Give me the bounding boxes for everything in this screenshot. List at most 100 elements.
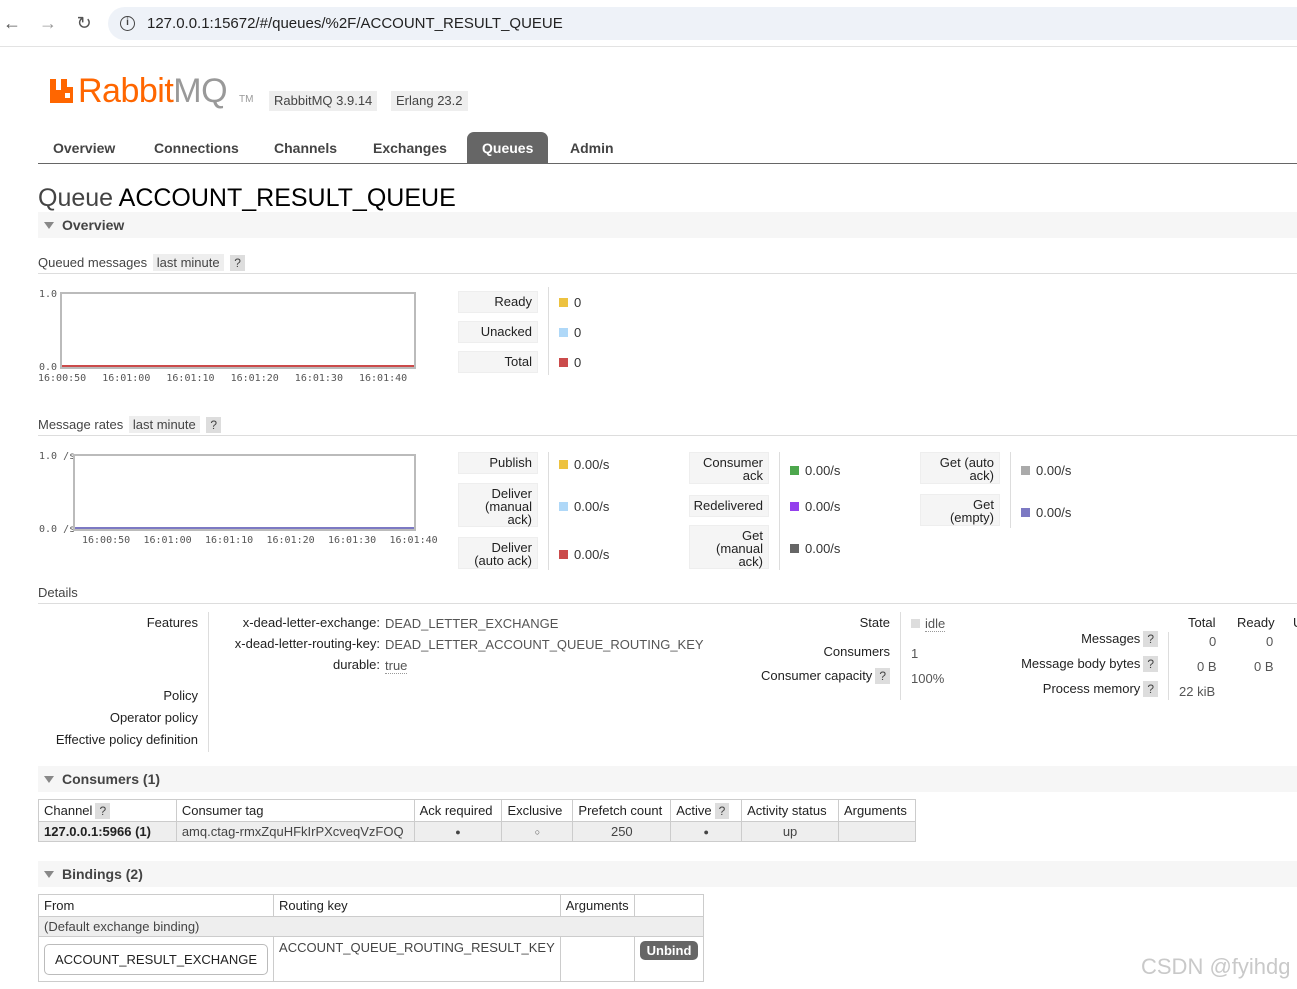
total-swatch [559,358,568,367]
queued-y-min: 0.0 [39,362,58,373]
tab-exchanges[interactable]: Exchanges [358,132,462,164]
feature-value-dlrk: DEAD_LETTER_ACCOUNT_QUEUE_ROUTING_KEY [385,637,704,652]
get-manual-swatch [790,544,799,553]
col-from: From [37,894,275,917]
consumer-arguments [837,821,917,842]
legend-get-auto-value: 0.00/s [1021,463,1071,478]
logo-wordmark: RabbitMQ [78,72,228,110]
consumer-tag: amq.ctag-rmxZquHFkIrPXcveqVzFOQ [175,821,415,842]
deliver-auto-swatch [559,550,568,559]
legend-get-empty-label: Get (empty) [920,494,1000,526]
deliver-manual-swatch [559,502,568,511]
legend-get-manual-label: Get (manual ack) [689,525,769,569]
queued-y-max: 1.0 [39,289,58,300]
tab-channels[interactable]: Channels [259,132,352,164]
channel-help-button[interactable]: ? [95,802,111,819]
consumer-channel-link[interactable]: 127.0.0.1:5966 (1) [38,821,177,842]
binding-arguments [559,936,635,982]
table-row: 127.0.0.1:5966 (1) amq.ctag-rmxZquHFkIrP… [38,821,917,842]
redelivered-swatch [790,502,799,511]
idle-status-icon [911,619,920,628]
reload-icon[interactable]: ↻ [73,12,95,34]
legend-consumer-ack-value: 0.00/s [790,463,840,478]
site-info-icon[interactable]: i [120,16,135,31]
effective-policy-label: Effective policy definition [55,732,198,747]
consumer-capacity-label: Consumer capacity? [761,668,890,684]
queued-range-selector[interactable]: last minute [152,254,224,271]
forward-arrow-icon[interactable]: → [37,12,59,34]
rates-x-tick: 16:01:20 [266,535,315,546]
state-value: idle [911,616,946,632]
tab-admin[interactable]: Admin [555,132,629,164]
queued-x-tick: 16:01:10 [166,373,215,384]
messages-ready: 0 [1266,634,1274,649]
legend-ready-value: 0 [559,295,581,310]
col-activity-status: Activity status [741,799,839,822]
rates-col2-separator [779,452,780,570]
rates-col1-separator [548,452,549,570]
feature-value-dlx: DEAD_LETTER_EXCHANGE [385,616,559,631]
queued-x-tick: 16:01:40 [359,373,408,384]
col-ack-required: Ack required [413,799,503,822]
col-actions [633,894,705,917]
watermark: CSDN @fyihdg [1141,954,1291,979]
process-memory-label: Process memory? [1043,681,1158,697]
consumers-section-toggle[interactable]: Consumers (1) [38,766,1297,792]
feature-key-dlrk: x-dead-letter-routing-key: [234,636,380,651]
capacity-help-button[interactable]: ? [875,668,890,684]
memory-help-button[interactable]: ? [1143,681,1158,697]
queued-series-line [62,365,414,367]
tab-overview[interactable]: Overview [38,132,130,164]
details-separator [208,612,209,752]
messages-total: 0 [1209,634,1217,649]
legend-total-value: 0 [559,355,581,370]
url-text[interactable]: 127.0.0.1:15672/#/queues/%2F/ACCOUNT_RES… [147,15,563,32]
back-arrow-icon[interactable]: ← [1,12,23,34]
legend-unacked-value: 0 [559,325,581,340]
queued-x-tick: 16:01:30 [294,373,343,384]
queued-help-button[interactable]: ? [230,255,245,271]
consumer-ack-swatch [790,466,799,475]
col-exclusive: Exclusive [501,799,574,822]
unbind-button[interactable]: Unbind [639,941,699,960]
rates-col3-separator [1010,452,1011,528]
binding-from-cell: ACCOUNT_RESULT_EXCHANGE [37,936,275,982]
active-help-button[interactable]: ? [714,802,730,819]
rates-range-selector[interactable]: last minute [128,416,200,433]
queued-legend-separator [548,287,549,375]
queue-name: ACCOUNT_RESULT_QUEUE [118,184,456,212]
state-separator [900,612,901,700]
totals-total-header: Total [1188,615,1216,630]
body-bytes-help-button[interactable]: ? [1143,656,1158,672]
queued-x-tick: 16:01:00 [102,373,151,384]
col-consumer-tag: Consumer tag [175,799,415,822]
messages-help-button[interactable]: ? [1143,631,1158,647]
rates-x-tick: 16:01:40 [389,535,438,546]
overview-section-toggle[interactable]: Overview [38,212,1297,238]
tab-connections[interactable]: Connections [139,132,254,164]
bindings-section-toggle[interactable]: Bindings (2) [38,861,1297,887]
address-bar[interactable]: i 127.0.0.1:15672/#/queues/%2F/ACCOUNT_R… [108,7,1297,40]
rates-series-line [75,527,414,529]
body-bytes-total: 0 B [1197,659,1217,674]
legend-total-label: Total [458,351,538,373]
bindings-table-header: From Routing key Arguments [37,894,705,917]
rates-help-button[interactable]: ? [206,417,222,433]
col-prefetch-count: Prefetch count [572,799,672,822]
default-exchange-binding: (Default exchange binding) [37,916,705,937]
legend-publish-value: 0.00/s [559,457,609,472]
feature-key-dlx: x-dead-letter-exchange: [242,615,380,630]
get-auto-swatch [1021,466,1030,475]
messages-label: Messages? [1081,631,1158,647]
message-rates-header: Message rates last minute ? [38,416,1297,436]
tab-queues[interactable]: Queues [467,132,549,164]
exchange-link[interactable]: ACCOUNT_RESULT_EXCHANGE [44,943,269,975]
legend-get-auto-label: Get (auto ack) [920,452,1000,484]
body-bytes-label: Message body bytes? [1021,656,1158,672]
unacked-swatch [559,328,568,337]
legend-get-empty-value: 0.00/s [1021,505,1071,520]
legend-deliver-auto-value: 0.00/s [559,547,609,562]
queued-messages-chart [60,292,416,369]
bindings-table: From Routing key Arguments (Default exch… [37,894,705,982]
get-empty-swatch [1021,508,1030,517]
